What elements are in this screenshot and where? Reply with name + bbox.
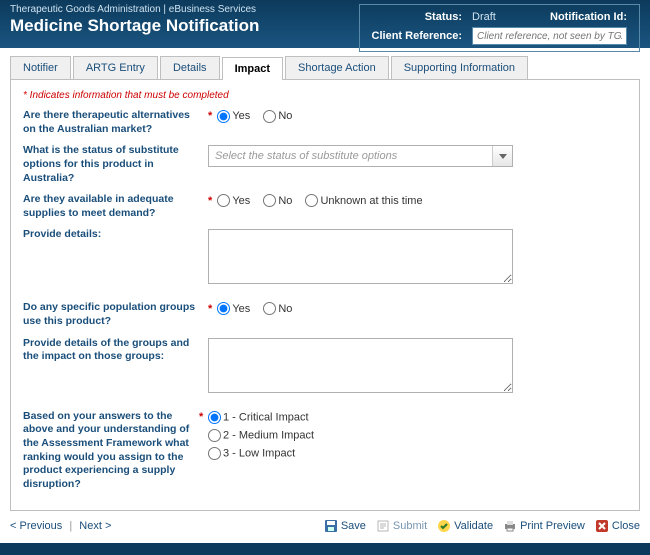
alt-no-option[interactable]: No [263,110,292,122]
required-note: * Indicates information that must be com… [23,90,627,101]
q-pop-details-label: Provide details of the groups and the im… [23,337,208,364]
adeq-no-radio[interactable] [263,194,276,207]
chevron-down-icon[interactable] [492,146,512,166]
tab-details[interactable]: Details [160,56,220,79]
pop-details-textarea[interactable] [208,338,513,393]
rank-medium-radio[interactable] [208,429,221,442]
required-marker: * [199,411,203,423]
bottom-band [0,543,650,555]
pop-yes-option[interactable]: Yes [217,303,250,315]
rank-medium-option[interactable]: 2 - Medium Impact [208,429,617,442]
pop-yes-radio[interactable] [217,302,230,315]
notification-id-label: Notification Id: [506,10,631,24]
substitute-status-dropdown[interactable]: Select the status of substitute options [208,145,513,167]
tab-supporting-info[interactable]: Supporting Information [391,56,528,79]
q-alternatives-field: * Yes No [208,109,627,123]
client-ref-input[interactable] [472,27,627,45]
q-details-label: Provide details: [23,228,208,242]
next-button[interactable]: Next > [79,520,111,532]
alt-yes-option[interactable]: Yes [217,110,250,122]
print-icon [503,519,517,533]
rank-critical-radio[interactable] [208,411,221,424]
adeq-unknown-option[interactable]: Unknown at this time [305,195,422,207]
q-alternatives-label: Are there therapeutic alternatives on th… [23,109,208,136]
tab-impact[interactable]: Impact [222,57,283,80]
pop-no-radio[interactable] [263,302,276,315]
submit-icon [376,519,390,533]
alt-yes-radio[interactable] [217,110,230,123]
close-icon [595,519,609,533]
header-status-box: Status: Draft Notification Id: Client Re… [359,4,640,52]
status-label: Status: [368,10,466,24]
app-header: Therapeutic Goods Administration | eBusi… [0,0,650,48]
submit-button[interactable]: Submit [376,519,427,533]
required-marker: * [208,195,212,207]
details-textarea[interactable] [208,229,513,284]
validate-icon [437,519,451,533]
rank-low-radio[interactable] [208,447,221,460]
q-adequate-label: Are they available in adequate supplies … [23,193,208,220]
dropdown-placeholder: Select the status of substitute options [209,150,492,162]
tab-notifier[interactable]: Notifier [10,56,71,79]
footer-bar: < Previous | Next > Save Submit Validate… [10,519,640,533]
adeq-yes-option[interactable]: Yes [217,195,250,207]
tab-bar: Notifier ARTG Entry Details Impact Short… [10,56,650,79]
prev-button[interactable]: < Previous [10,520,62,532]
print-button[interactable]: Print Preview [503,519,585,533]
status-value: Draft [468,10,504,24]
adeq-yes-radio[interactable] [217,194,230,207]
tab-content: * Indicates information that must be com… [10,79,640,511]
save-button[interactable]: Save [324,519,366,533]
rank-critical-option[interactable]: 1 - Critical Impact [208,411,617,424]
tab-shortage-action[interactable]: Shortage Action [285,56,389,79]
q-substatus-label: What is the status of substitute options… [23,144,208,185]
close-button[interactable]: Close [595,519,640,533]
validate-button[interactable]: Validate [437,519,493,533]
rank-low-option[interactable]: 3 - Low Impact [208,447,617,460]
save-icon [324,519,338,533]
required-marker: * [208,110,212,122]
q-pop-label: Do any specific population groups use th… [23,301,208,328]
client-ref-label: Client Reference: [368,26,466,46]
required-marker: * [208,303,212,315]
adeq-no-option[interactable]: No [263,195,292,207]
alt-no-radio[interactable] [263,110,276,123]
tab-artg-entry[interactable]: ARTG Entry [73,56,158,79]
pop-no-option[interactable]: No [263,303,292,315]
q-ranking-label: Based on your answers to the above and y… [23,410,208,492]
adeq-unknown-radio[interactable] [305,194,318,207]
